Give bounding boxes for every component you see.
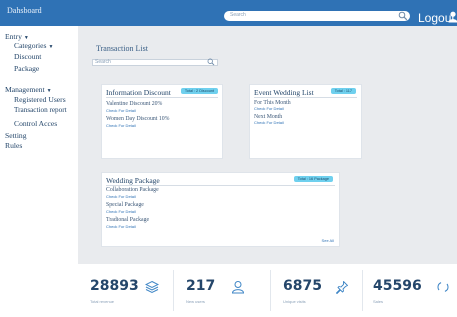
stat-value: 217 bbox=[186, 278, 216, 294]
stat-value: 28893 bbox=[90, 278, 139, 294]
discount-detail-link[interactable]: Check For Detail bbox=[106, 123, 136, 128]
package-detail-link[interactable]: Check For Detail bbox=[106, 194, 136, 199]
sidebar-item-rules[interactable]: Rules bbox=[5, 141, 22, 150]
stat-label: Total revenue bbox=[90, 299, 115, 304]
sidebar-item-registered-users[interactable]: Registered Users bbox=[14, 95, 66, 104]
page-title: Transaction List bbox=[96, 44, 148, 53]
event-card-title: Event Wedding List bbox=[254, 88, 314, 97]
layers-icon bbox=[145, 280, 159, 294]
pin-icon bbox=[336, 281, 348, 294]
sidebar-item-transaction-report[interactable]: Transaction report bbox=[14, 106, 67, 115]
discount-card-title: Information Discount bbox=[106, 88, 171, 97]
package-detail-link[interactable]: Check For Detail bbox=[106, 224, 136, 229]
card-divider bbox=[106, 185, 335, 186]
card-divider bbox=[254, 97, 357, 98]
package-detail-link[interactable]: Check For Detail bbox=[106, 209, 136, 214]
chevron-down-icon: ▼ bbox=[48, 45, 54, 50]
dashboard-page: Dahsboard Search Logout Entry ▼ Categorie… bbox=[0, 0, 457, 317]
sidebar-item-discount[interactable]: Discount bbox=[14, 52, 41, 61]
top-bar: Dahsboard Search Logout bbox=[0, 0, 457, 26]
event-count-badge: Total : 117 bbox=[330, 88, 356, 94]
transaction-search-input[interactable]: Search bbox=[92, 58, 218, 66]
sidebar: Entry ▼ Categories ▼ Discount Package Mana… bbox=[0, 26, 78, 317]
discount-count-badge: Total : 2 Discount bbox=[180, 88, 218, 94]
top-search-input[interactable]: Search bbox=[224, 11, 410, 21]
user-icon[interactable] bbox=[448, 11, 457, 23]
event-card: Event Wedding List Total : 117 For This … bbox=[249, 84, 362, 159]
event-detail-link[interactable]: Check For Detail bbox=[254, 106, 284, 111]
stat-new-users: 217 New users bbox=[174, 264, 269, 317]
transaction-search-placeholder: Search bbox=[95, 59, 111, 65]
see-all-link[interactable]: See All bbox=[322, 238, 334, 243]
stat-label: Sales bbox=[373, 299, 384, 304]
main-content: Transaction List Search Information Disc… bbox=[78, 26, 457, 264]
discount-detail-link[interactable]: Check For Detail bbox=[106, 108, 136, 113]
user-icon bbox=[231, 281, 245, 294]
chevron-down-icon: ▼ bbox=[46, 89, 52, 94]
package-item-title: Collaboration Package bbox=[106, 187, 159, 193]
sidebar-item-control-access[interactable]: Control Acces bbox=[14, 119, 57, 128]
discount-item-title: Valentine Discount 20% bbox=[106, 101, 163, 107]
search-icon[interactable] bbox=[207, 58, 215, 66]
stat-value: 45596 bbox=[373, 278, 422, 294]
top-search-placeholder: Search bbox=[230, 12, 246, 18]
stat-label: Unique visits bbox=[283, 299, 306, 304]
discount-item-title: Women Day Discount 10% bbox=[106, 116, 170, 122]
package-card: Wedding Package Total : 16 Package Colla… bbox=[101, 172, 340, 247]
search-icon[interactable] bbox=[398, 11, 408, 21]
event-detail-link[interactable]: Check For Detail bbox=[254, 120, 284, 125]
stat-sales: 45596 Sales bbox=[363, 264, 457, 317]
stat-label: New users bbox=[186, 299, 205, 304]
stat-value: 6875 bbox=[283, 278, 322, 294]
package-item-title: Tradional Package bbox=[106, 217, 150, 223]
package-card-title: Wedding Package bbox=[106, 176, 160, 185]
package-item-title: Special Package bbox=[106, 202, 144, 208]
card-divider bbox=[106, 97, 218, 98]
sidebar-item-setting[interactable]: Setting bbox=[5, 131, 27, 140]
refresh-icon bbox=[437, 282, 449, 292]
brand-title[interactable]: Dahsboard bbox=[7, 6, 42, 15]
stat-unique-visits: 6875 Unique visits bbox=[271, 264, 361, 317]
package-count-badge: Total : 16 Package bbox=[293, 176, 333, 182]
discount-card: Information Discount Total : 2 Discount … bbox=[101, 84, 223, 159]
stat-total-revenue: 28893 Total revenue bbox=[78, 264, 173, 317]
sidebar-item-package[interactable]: Package bbox=[14, 64, 39, 73]
sidebar-item-categories[interactable]: Categories ▼ bbox=[14, 41, 53, 52]
stats-bar: 28893 Total revenue 217 New users 6875 U… bbox=[78, 264, 457, 317]
